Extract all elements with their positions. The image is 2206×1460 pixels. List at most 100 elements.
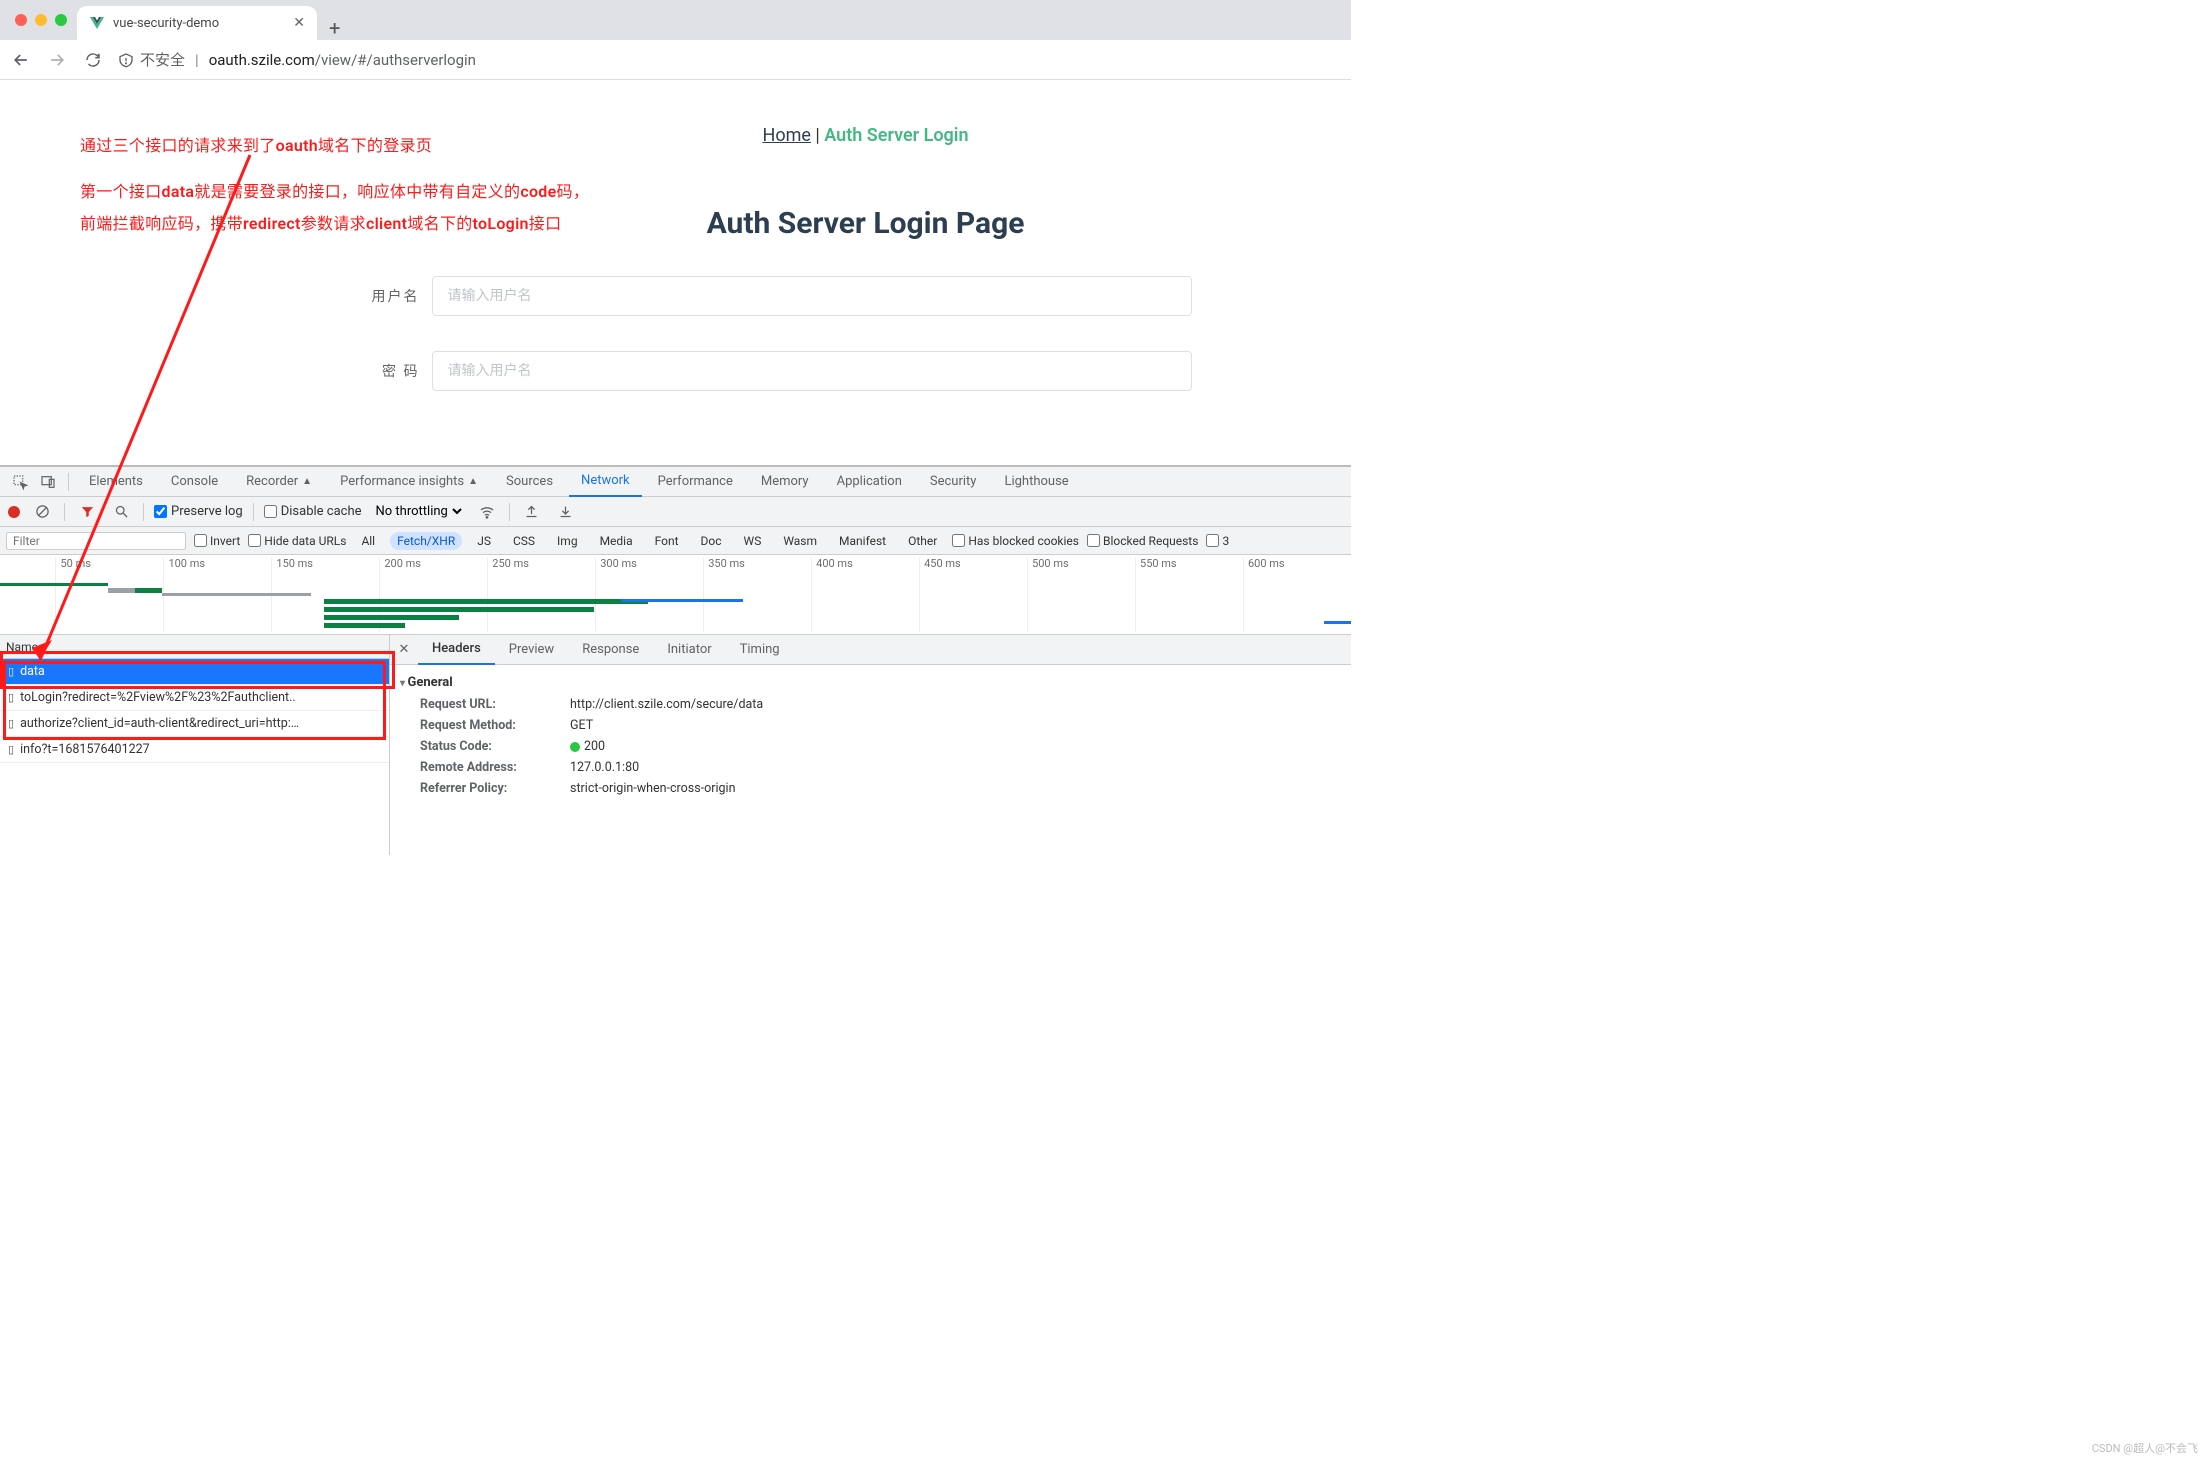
forward-icon[interactable] [46,49,68,71]
tab-network[interactable]: Network [569,467,642,497]
type-other[interactable]: Other [901,532,944,550]
type-manifest[interactable]: Manifest [832,532,893,550]
separator [64,503,65,521]
detail-tab-headers[interactable]: Headers [418,635,495,665]
detail-body: General Request URL:http://client.szile.… [390,665,1351,855]
request-details: ✕ Headers Preview Response Initiator Tim… [390,635,1351,855]
tab-title: vue-security-demo [113,16,285,31]
browser-tab[interactable]: vue-security-demo ✕ [77,6,317,40]
type-wasm[interactable]: Wasm [776,532,824,550]
hide-data-urls-checkbox[interactable]: Hide data URLs [248,534,346,548]
vue-favicon-icon [89,15,105,31]
tab-recorder[interactable]: Recorder ▲ [234,467,324,497]
tab-sources[interactable]: Sources [494,467,565,497]
download-icon[interactable] [554,500,578,524]
new-tab-button[interactable]: + [317,16,352,40]
password-input[interactable] [432,351,1192,391]
annotation-highlight [0,659,389,685]
request-row[interactable]: ▯ toLogin?redirect=%2Fview%2F%23%2Fauthc… [0,685,389,711]
nav-home-link[interactable]: Home [762,125,810,146]
upload-icon[interactable] [520,500,544,524]
address-bar: 不安全 | oauth.szile.com/view/#/authserverl… [0,40,1351,80]
detail-tabs: ✕ Headers Preview Response Initiator Tim… [390,635,1351,665]
browser-tab-bar: vue-security-demo ✕ + [0,0,1351,40]
tab-elements[interactable]: Elements [77,467,155,497]
insecure-label: 不安全 [140,49,185,70]
network-lower: Name ▯ data ▯ toLogin?redirect=%2Fview%2… [0,635,1351,855]
third-party-checkbox[interactable]: 3 [1206,534,1229,548]
kv-request-url: Request URL:http://client.szile.com/secu… [400,694,1341,715]
tab-perf-insights[interactable]: Performance insights ▲ [328,467,490,497]
tab-security[interactable]: Security [918,467,989,497]
document-icon: ▯ [8,665,14,678]
devtools-panel: Elements Console Recorder ▲ Performance … [0,465,1351,855]
tab-memory[interactable]: Memory [749,467,821,497]
back-icon[interactable] [10,49,32,71]
reload-icon[interactable] [82,49,104,71]
request-row[interactable]: ▯ info?t=1681576401227 [0,737,389,763]
request-row[interactable]: ▯ authorize?client_id=auth-client&redire… [0,711,389,737]
kv-status-code: Status Code:200 [400,736,1341,757]
detail-tab-initiator[interactable]: Initiator [653,635,725,665]
username-label: 用户名 [360,286,420,306]
window-controls [10,0,77,40]
blocked-cookies-checkbox[interactable]: Has blocked cookies [952,534,1079,548]
type-css[interactable]: CSS [506,532,542,550]
tab-application[interactable]: Application [825,467,914,497]
nav-auth-link[interactable]: Auth Server Login [824,125,968,146]
general-section[interactable]: General [400,671,1341,694]
type-js[interactable]: JS [470,532,498,550]
request-row[interactable]: ▯ data [0,659,389,685]
filter-input[interactable] [6,532,186,550]
minimize-window-icon[interactable] [35,14,47,26]
inspect-icon[interactable] [8,470,32,494]
type-doc[interactable]: Doc [694,532,729,550]
preserve-log-checkbox[interactable]: Preserve log [154,504,243,519]
separator [68,473,69,491]
document-icon: ▯ [8,691,14,704]
kv-request-method: Request Method:GET [400,715,1341,736]
tab-performance[interactable]: Performance [646,467,745,497]
type-ws[interactable]: WS [737,532,769,550]
document-icon: ▯ [8,743,14,756]
password-row: 密 码 [230,351,1321,391]
page-content: 通过三个接口的请求来到了oauth域名下的登录页 第一个接口data就是需要登录… [0,80,1351,465]
username-row: 用户名 [230,276,1321,316]
wifi-icon[interactable] [475,500,499,524]
close-window-icon[interactable] [15,14,27,26]
maximize-window-icon[interactable] [55,14,67,26]
detail-tab-timing[interactable]: Timing [726,635,794,665]
type-fetch-xhr[interactable]: Fetch/XHR [390,532,462,550]
record-icon[interactable] [8,506,20,518]
url-field[interactable]: 不安全 | oauth.szile.com/view/#/authserverl… [118,49,1341,70]
type-media[interactable]: Media [593,532,640,550]
document-icon: ▯ [8,717,14,730]
tab-close-icon[interactable]: ✕ [293,15,305,31]
throttling-select[interactable]: No throttling [372,503,465,520]
filter-icon[interactable] [75,500,99,524]
detail-tab-preview[interactable]: Preview [495,635,568,665]
clear-icon[interactable] [30,500,54,524]
separator [509,503,510,521]
search-icon[interactable] [109,500,133,524]
close-details-icon[interactable]: ✕ [390,642,418,657]
detail-tab-response[interactable]: Response [568,635,653,665]
url-separator: | [195,51,199,69]
password-label: 密 码 [360,361,420,381]
type-all[interactable]: All [354,532,382,550]
network-filter-bar: Invert Hide data URLs All Fetch/XHR JS C… [0,527,1351,555]
request-list-header[interactable]: Name [0,635,389,659]
request-list: Name ▯ data ▯ toLogin?redirect=%2Fview%2… [0,635,390,855]
username-input[interactable] [432,276,1192,316]
type-font[interactable]: Font [648,532,686,550]
network-toolbar: Preserve log Disable cache No throttling [0,497,1351,527]
blocked-requests-checkbox[interactable]: Blocked Requests [1087,534,1198,548]
kv-remote-address: Remote Address:127.0.0.1:80 [400,757,1341,778]
tab-lighthouse[interactable]: Lighthouse [992,467,1080,497]
network-timeline[interactable]: 50 ms 100 ms 150 ms 200 ms 250 ms 300 ms… [0,555,1351,635]
disable-cache-checkbox[interactable]: Disable cache [264,504,362,519]
invert-checkbox[interactable]: Invert [194,534,240,548]
device-toggle-icon[interactable] [36,470,60,494]
tab-console[interactable]: Console [159,467,230,497]
type-img[interactable]: Img [550,532,585,550]
